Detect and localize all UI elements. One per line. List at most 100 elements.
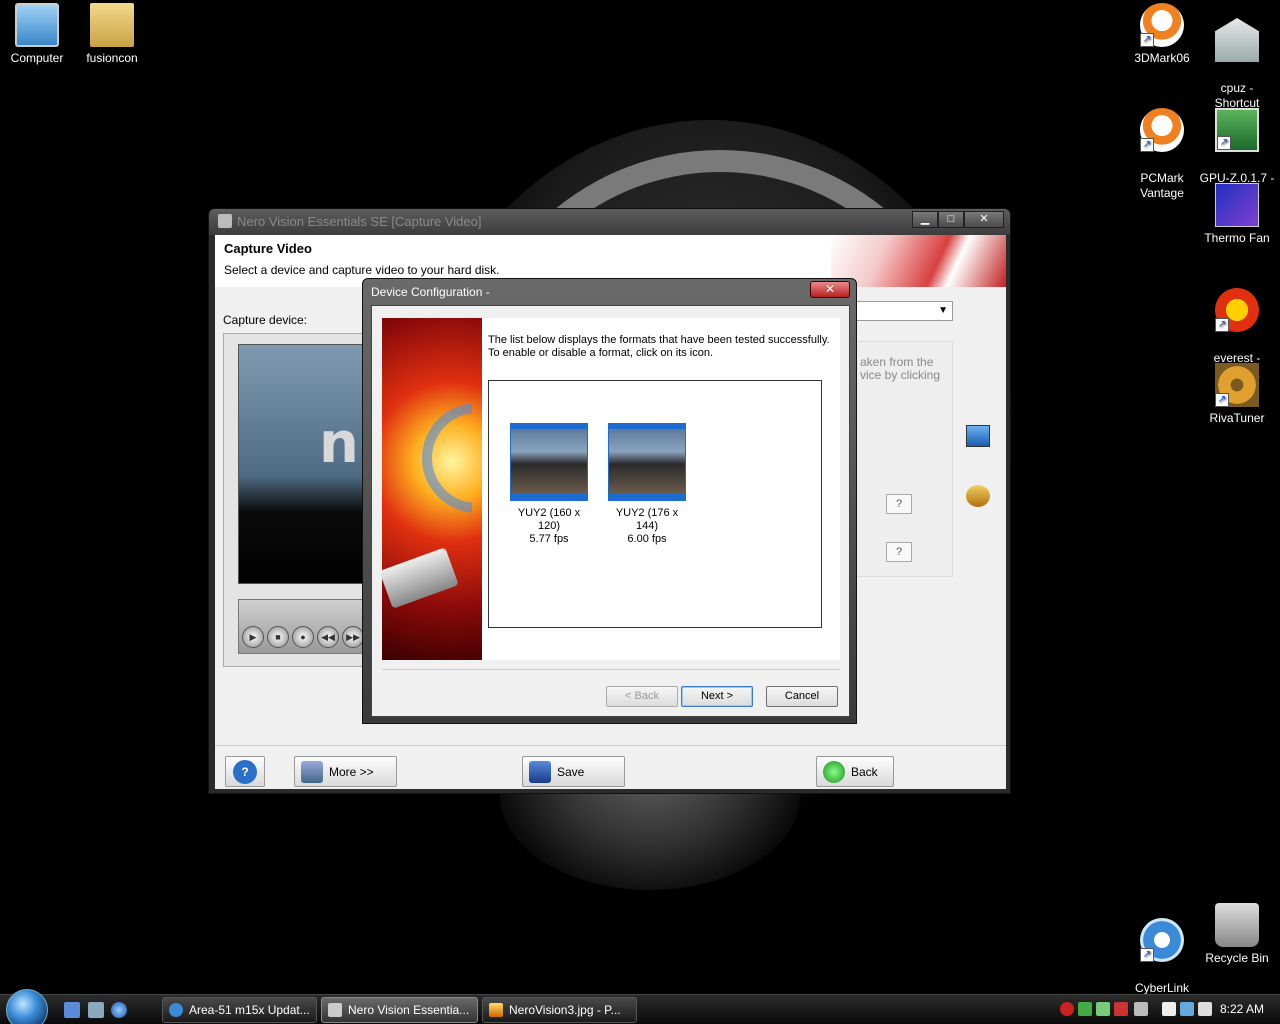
- capture-device-select[interactable]: ▼: [849, 301, 953, 321]
- desktop-icon-computer[interactable]: Computer: [0, 3, 77, 66]
- format-label: YUY2 (176 x 144) 6.00 fps: [615, 507, 679, 545]
- nero-logo: n: [319, 411, 359, 476]
- bottom-toolbar: ? More >> Save Back: [215, 745, 1006, 789]
- more-icon: [301, 760, 323, 783]
- clock[interactable]: 8:22 AM: [1220, 1002, 1264, 1016]
- back-button-label: Back: [851, 764, 878, 779]
- security-icon[interactable]: [1060, 1002, 1074, 1016]
- dialog-separator: [382, 669, 840, 670]
- show-desktop-icon[interactable]: [64, 1002, 80, 1018]
- save-button[interactable]: Save: [522, 756, 625, 787]
- desktop-icon-label: fusioncon: [86, 51, 138, 65]
- help-button[interactable]: ?: [225, 756, 265, 787]
- more-button-label: More >>: [329, 764, 374, 779]
- settings-icon[interactable]: [966, 485, 990, 507]
- monitor-icon[interactable]: [1180, 1002, 1194, 1016]
- desktop-icon-fusioncon[interactable]: fusioncon: [72, 3, 152, 66]
- record-icon[interactable]: ●: [292, 626, 314, 648]
- preview-panel: n ▶ ■ ● ◀◀ ▶▶: [223, 333, 373, 667]
- paint-icon: [489, 1003, 503, 1017]
- taskbar-item[interactable]: Area-51 m15x Updat...: [162, 997, 317, 1023]
- format-item[interactable]: YUY2 (160 x 120) 5.77 fps: [509, 423, 589, 546]
- desktop-icon-3dmark06[interactable]: ↗ 3DMark06: [1122, 3, 1202, 66]
- switch-windows-icon[interactable]: [88, 1002, 104, 1018]
- pcmark-icon: ↗: [1140, 108, 1184, 152]
- help-icon: ?: [233, 759, 257, 784]
- help-button-2[interactable]: ?: [886, 542, 912, 562]
- taskbar-item-label: Area-51 m15x Updat...: [189, 1003, 310, 1017]
- video-preview: n: [238, 344, 373, 584]
- youcam-icon: ↗: [1140, 918, 1184, 962]
- format-item[interactable]: YUY2 (176 x 144) 6.00 fps: [607, 423, 687, 546]
- maximize-button[interactable]: □: [938, 211, 964, 228]
- close-button[interactable]: ✕: [964, 211, 1004, 228]
- dialog-close-button[interactable]: ✕: [810, 281, 850, 298]
- nero-app-icon: [218, 214, 232, 228]
- internet-explorer-icon: [169, 1003, 183, 1017]
- desktop-icon-rivatuner[interactable]: ↗ RivaTuner: [1197, 363, 1277, 426]
- dialog-description: The list below displays the formats that…: [488, 334, 830, 359]
- monitor-icon[interactable]: [966, 425, 990, 447]
- dialog-cancel-button[interactable]: Cancel: [766, 686, 838, 707]
- rewind-icon[interactable]: ◀◀: [317, 626, 339, 648]
- capture-device-label: Capture device:: [223, 313, 308, 327]
- dialog-back-button[interactable]: < Back: [606, 686, 678, 707]
- nero-app-icon: [328, 1003, 342, 1017]
- capture-settings-panel: aken from the vice by clicking ? ?: [849, 341, 953, 577]
- thermo-fan-icon: [1215, 183, 1259, 227]
- taskbar-item[interactable]: Nero Vision Essentia...: [321, 997, 478, 1023]
- play-icon[interactable]: ▶: [242, 626, 264, 648]
- main-titlebar[interactable]: Nero Vision Essentials SE [Capture Video…: [209, 209, 1010, 235]
- dialog-next-button[interactable]: Next >: [681, 686, 753, 707]
- desktop-icon-label: PCMark Vantage: [1140, 171, 1184, 200]
- cpuz-icon: [1215, 18, 1259, 62]
- volume-icon[interactable]: [1198, 1002, 1212, 1016]
- format-thumbnail[interactable]: [608, 423, 686, 501]
- help-button-1[interactable]: ?: [886, 494, 912, 514]
- format-list: YUY2 (160 x 120) 5.77 fps YUY2 (176 x 14…: [488, 380, 822, 628]
- player-controls: ▶ ■ ● ◀◀ ▶▶: [238, 599, 373, 654]
- format-preview-image: [511, 429, 587, 493]
- folder-icon: [90, 3, 134, 47]
- taskbar-item[interactable]: NeroVision3.jpg - P...: [482, 997, 637, 1023]
- minimize-button[interactable]: ▁: [912, 211, 938, 228]
- warning-icon[interactable]: [1114, 1002, 1128, 1016]
- start-button[interactable]: [6, 989, 48, 1024]
- shortcut-arrow-icon: ↗: [1215, 318, 1229, 332]
- device-icon[interactable]: [1134, 1002, 1148, 1016]
- internet-explorer-icon[interactable]: [111, 1002, 127, 1018]
- format-thumbnail[interactable]: [510, 423, 588, 501]
- device-configuration-dialog: Device Configuration - ✕ The list below …: [362, 278, 857, 724]
- desktop-icon-label: 3DMark06: [1134, 51, 1190, 65]
- desktop-icon-label: Computer: [10, 51, 64, 65]
- stop-icon[interactable]: ■: [267, 626, 289, 648]
- fast-forward-icon[interactable]: ▶▶: [342, 626, 364, 648]
- desktop-icon-label: Recycle Bin: [1205, 951, 1269, 965]
- header-banner-image: [831, 235, 1006, 287]
- desktop-icon-recycle-bin[interactable]: Recycle Bin: [1197, 903, 1277, 966]
- back-button[interactable]: Back: [816, 756, 894, 787]
- back-arrow-icon: [823, 760, 845, 783]
- taskbar-item-label: NeroVision3.jpg - P...: [509, 1003, 621, 1017]
- computer-icon: [15, 3, 59, 47]
- usb-plug-graphic: [379, 547, 459, 609]
- everest-icon: ↗: [1215, 288, 1259, 332]
- rivatuner-icon: ↗: [1215, 363, 1259, 407]
- network-icon[interactable]: [1078, 1002, 1092, 1016]
- desktop-icon-thermo-fan[interactable]: Thermo Fan: [1197, 183, 1277, 246]
- page-subtitle: Select a device and capture video to you…: [224, 263, 500, 277]
- shortcut-arrow-icon: ↗: [1215, 393, 1229, 407]
- shield-icon[interactable]: [1096, 1002, 1110, 1016]
- main-window-title: Nero Vision Essentials SE [Capture Video…: [237, 214, 482, 229]
- shortcut-arrow-icon: ↗: [1140, 948, 1154, 962]
- save-button-label: Save: [557, 764, 585, 779]
- clipboard-icon[interactable]: [1162, 1002, 1176, 1016]
- desktop-icon-pcmark[interactable]: ↗ PCMark Vantage: [1122, 93, 1202, 216]
- dialog-title: Device Configuration -: [371, 285, 490, 299]
- more-button[interactable]: More >>: [294, 756, 397, 787]
- gpuz-icon: ↗: [1215, 108, 1259, 152]
- format-label: YUY2 (160 x 120) 5.77 fps: [517, 507, 581, 545]
- dialog-side-art: [379, 318, 482, 660]
- format-preview-image: [609, 429, 685, 493]
- save-icon: [529, 760, 551, 783]
